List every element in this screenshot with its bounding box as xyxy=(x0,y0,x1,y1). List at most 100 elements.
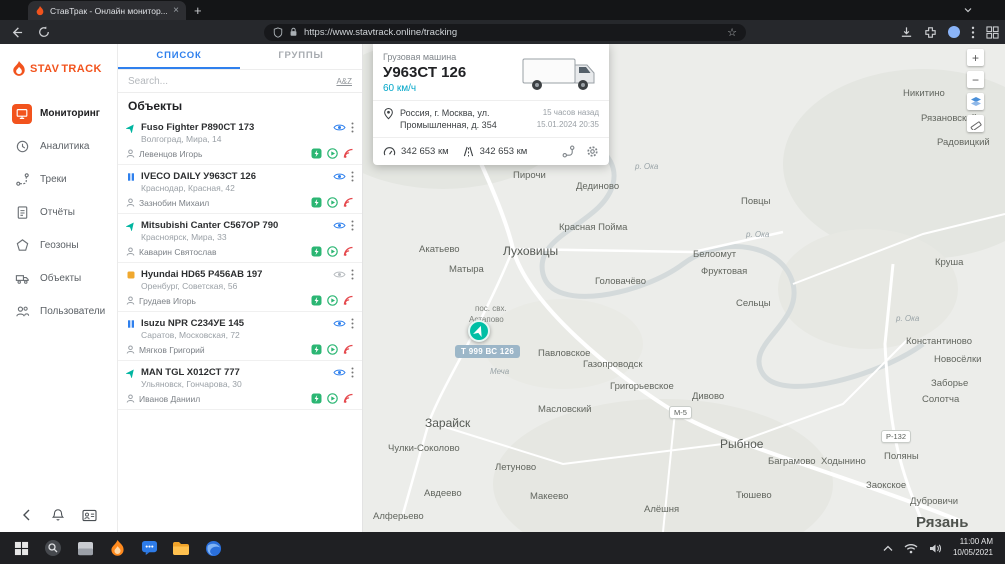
menu-kebab-icon[interactable] xyxy=(971,26,975,39)
ignition-icon[interactable] xyxy=(327,148,338,159)
status-paused-icon xyxy=(126,319,136,329)
map-canvas[interactable]: М-5 Р-132 Т 999 ВС 126 + − xyxy=(363,44,1005,532)
gps-icon[interactable] xyxy=(343,148,354,159)
show-track-icon[interactable] xyxy=(562,145,575,158)
gps-icon[interactable] xyxy=(343,344,354,355)
gps-icon[interactable] xyxy=(343,393,354,404)
marker-plate-label[interactable]: Т 999 ВС 126 xyxy=(455,345,520,358)
sidebar-item-reports[interactable]: Отчёты xyxy=(0,196,117,229)
vehicle-row[interactable]: Mitsubishi Canter С567ОР 790 Красноярск,… xyxy=(118,214,362,263)
kebab-menu-icon[interactable] xyxy=(351,220,354,231)
eye-icon[interactable] xyxy=(333,123,346,132)
profile-avatar[interactable] xyxy=(948,26,960,38)
vehicle-address: Волгоград, Мира, 14 xyxy=(141,134,354,144)
stavtrack-app-button[interactable] xyxy=(104,535,130,561)
url-text[interactable]: https://www.stavtrack.online/tracking xyxy=(304,27,721,38)
eye-icon[interactable] xyxy=(333,319,346,328)
kebab-menu-icon[interactable] xyxy=(351,367,354,378)
collapse-back-icon[interactable] xyxy=(20,508,34,522)
driver-name: Иванов Даниил xyxy=(139,394,200,404)
search-input[interactable] xyxy=(128,76,336,87)
map-place-label: Сельцы xyxy=(736,298,771,309)
chevron-down-icon[interactable] xyxy=(963,5,973,15)
taskbar-clock[interactable]: 11:00 AM 10/05/2021 xyxy=(953,537,993,559)
notifications-bell-icon[interactable] xyxy=(51,508,65,522)
tab-list[interactable]: СПИСОК xyxy=(118,44,240,69)
vehicle-row[interactable]: Fuso Fighter Р890СТ 173 Волгоград, Мира,… xyxy=(118,116,362,165)
charge-icon[interactable] xyxy=(311,246,322,257)
browser-tab[interactable]: СтавТрак - Онлайн монитор... × xyxy=(28,1,186,20)
vehicle-address: Оренбург, Советская, 56 xyxy=(141,281,354,291)
eye-icon[interactable] xyxy=(333,368,346,377)
driver-icon xyxy=(126,247,135,256)
eye-icon[interactable] xyxy=(333,221,346,230)
charge-icon[interactable] xyxy=(311,344,322,355)
extensions-icon[interactable] xyxy=(924,26,937,39)
kebab-menu-icon[interactable] xyxy=(351,318,354,329)
eye-off-icon[interactable] xyxy=(333,270,346,279)
reload-icon[interactable] xyxy=(38,26,50,38)
system-tray: 11:00 AM 10/05/2021 xyxy=(883,537,997,559)
apps-grid-icon[interactable] xyxy=(986,26,999,39)
map-place-label: р. Ока xyxy=(635,162,658,171)
shield-icon[interactable] xyxy=(273,27,283,38)
vehicle-row[interactable]: MAN TGL Х012СТ 777 Ульяновск, Гончарова,… xyxy=(118,361,362,410)
bookmark-star-icon[interactable]: ☆ xyxy=(727,26,737,39)
layers-button[interactable] xyxy=(967,93,984,110)
wifi-icon[interactable] xyxy=(904,543,918,554)
sidebar-item-objects[interactable]: Объекты xyxy=(0,262,117,295)
kebab-menu-icon[interactable] xyxy=(351,171,354,182)
charge-icon[interactable] xyxy=(311,393,322,404)
ignition-icon[interactable] xyxy=(327,393,338,404)
ignition-icon[interactable] xyxy=(327,344,338,355)
sort-az-button[interactable]: A&Z xyxy=(336,77,352,86)
file-manager-button[interactable] xyxy=(72,535,98,561)
zoom-in-button[interactable]: + xyxy=(967,49,984,66)
start-button[interactable] xyxy=(8,535,34,561)
browser-tab-bar: СтавТрак - Онлайн монитор... × + xyxy=(0,0,1005,20)
profile-card-icon[interactable] xyxy=(82,509,97,522)
download-icon[interactable] xyxy=(900,26,913,39)
url-bar[interactable]: https://www.stavtrack.online/tracking ☆ xyxy=(264,24,746,41)
charge-icon[interactable] xyxy=(311,295,322,306)
gps-icon[interactable] xyxy=(343,197,354,208)
taskbar-search-button[interactable] xyxy=(40,535,66,561)
charge-icon[interactable] xyxy=(311,148,322,159)
eye-icon[interactable] xyxy=(333,172,346,181)
messenger-button[interactable] xyxy=(136,535,162,561)
ignition-icon[interactable] xyxy=(327,295,338,306)
folder-button[interactable] xyxy=(168,535,194,561)
sidebar-item-monitoring[interactable]: Мониторинг xyxy=(0,97,117,130)
tab-close-icon[interactable]: × xyxy=(173,6,179,16)
lock-icon[interactable] xyxy=(289,27,298,37)
kebab-menu-icon[interactable] xyxy=(351,122,354,133)
kebab-menu-icon[interactable] xyxy=(351,269,354,280)
odometer-gauge-icon xyxy=(383,146,396,157)
vehicle-row[interactable]: Isuzu NPR С234УЕ 145 Саратов, Московская… xyxy=(118,312,362,361)
vehicle-row[interactable]: IVECO DAILY У963СТ 126 Краснодар, Красна… xyxy=(118,165,362,214)
measure-button[interactable] xyxy=(967,115,984,132)
mileage-value: 342 653 км xyxy=(480,146,528,157)
vehicle-row[interactable]: Hyundai HD65 Р456АВ 197 Оренбург, Советс… xyxy=(118,263,362,312)
zoom-out-button[interactable]: − xyxy=(967,71,984,88)
sidebar-item-users[interactable]: Пользователи xyxy=(0,295,117,328)
ignition-icon[interactable] xyxy=(327,246,338,257)
back-icon[interactable] xyxy=(10,26,23,39)
settings-gear-icon[interactable] xyxy=(586,145,599,158)
ignition-icon[interactable] xyxy=(327,197,338,208)
new-tab-button[interactable]: + xyxy=(194,1,202,20)
gps-icon[interactable] xyxy=(343,295,354,306)
clock-time: 11:00 AM xyxy=(953,537,993,548)
sidebar-item-analytics[interactable]: Аналитика xyxy=(0,130,117,163)
vehicle-marker[interactable] xyxy=(468,320,490,342)
gps-icon[interactable] xyxy=(343,246,354,257)
sidebar-item-geozones[interactable]: Геозоны xyxy=(0,229,117,262)
app-logo[interactable]: STAVTRACK xyxy=(0,44,117,89)
tray-expand-icon[interactable] xyxy=(883,545,893,552)
browser-button[interactable] xyxy=(200,535,226,561)
charge-icon[interactable] xyxy=(311,197,322,208)
browser-toolbar: https://www.stavtrack.online/tracking ☆ xyxy=(0,20,1005,44)
sidebar-item-tracks[interactable]: Треки xyxy=(0,163,117,196)
volume-icon[interactable] xyxy=(929,543,942,554)
tab-groups[interactable]: ГРУППЫ xyxy=(240,44,362,69)
